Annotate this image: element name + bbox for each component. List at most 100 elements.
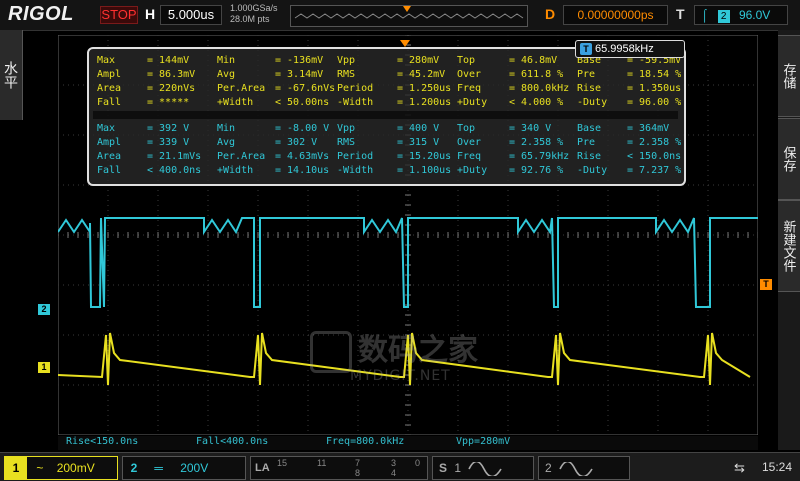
watermark-icon	[310, 330, 352, 373]
channel-2-coupling-icon: ═	[154, 461, 163, 475]
measure-name: Ampl	[97, 137, 122, 148]
measure-name: Pre	[577, 69, 596, 80]
memory-waveform-preview	[294, 6, 524, 19]
la-ch-7: 7	[355, 458, 361, 468]
acquisition-info: 1.000GSa/s 28.0M pts	[230, 3, 278, 25]
softkey-storage[interactable]: 存储	[778, 35, 800, 117]
measure-name: RMS	[337, 137, 356, 148]
channel-1-scale: 200mV	[56, 461, 95, 475]
measure-value: = 220nVs	[147, 83, 196, 94]
la-ch-4: 4	[391, 468, 397, 478]
measure-name: Min	[217, 123, 236, 134]
measure-value: = 92.76 %	[509, 165, 564, 176]
horizontal-label: H	[145, 6, 156, 22]
measure-separator	[93, 111, 678, 119]
trigger-position-marker[interactable]	[400, 35, 410, 47]
softkey-save[interactable]: 保存	[778, 118, 800, 200]
measure-name: Avg	[217, 69, 236, 80]
sine-wave-icon	[468, 460, 503, 478]
rising-edge-icon: ⌠	[701, 8, 709, 22]
measure-value: = 45.2mV	[397, 69, 446, 80]
measure-value: = 302 V	[275, 137, 318, 148]
measure-value: = 392 V	[147, 123, 190, 134]
channel-1-number: 1	[5, 457, 27, 479]
measure-value: = 14.10us	[275, 165, 330, 176]
channel-1-coupling-icon: ~	[36, 461, 44, 475]
measure-value: = 86.3mV	[147, 69, 196, 80]
measure-value: = 1.200us	[397, 97, 452, 108]
measure-value: = 7.237 %	[627, 165, 682, 176]
timebase-value[interactable]: 5.000us	[160, 5, 222, 25]
measure-value: = 1.100us	[397, 165, 452, 176]
measure-value: = 3.14mV	[275, 69, 324, 80]
measure-name: Max	[97, 123, 116, 134]
la-label: LA	[255, 462, 270, 474]
channel-2-ground-marker[interactable]: 2	[38, 304, 50, 315]
measure-name: Per.Area	[217, 151, 266, 162]
trigger-settings[interactable]: ⌠ 2 96.0V	[694, 5, 788, 25]
usb-icon: ⇆	[734, 460, 745, 475]
measure-name: Fall	[97, 97, 122, 108]
trigger-position-icon	[403, 6, 411, 12]
measure-value: = 340 V	[509, 123, 552, 134]
watermark-logo: 数码之家	[310, 325, 478, 373]
measure-value: = 65.79kHz	[509, 151, 570, 162]
channel-1-ground-marker[interactable]: 1	[38, 362, 50, 373]
rigol-logo: RIGOL	[8, 3, 74, 25]
trigger-level-marker[interactable]: T	[760, 279, 772, 290]
measure-value: = 2.358 %	[627, 137, 682, 148]
measure-value: = 800.0kHz	[509, 83, 570, 94]
measure-name: Rise	[577, 83, 602, 94]
measure-name: -Duty	[577, 165, 608, 176]
counter-value: 65.9958kHz	[595, 43, 654, 55]
decoder-label: S	[439, 461, 448, 475]
la-ch-15: 15	[277, 458, 288, 468]
measure-value: = 1.250us	[397, 83, 452, 94]
horizontal-menu-tab[interactable]: 水平	[0, 30, 23, 120]
la-ch-11: 11	[317, 458, 327, 468]
measure-name: Ampl	[97, 69, 122, 80]
measure-value: = 96.00 %	[627, 97, 682, 108]
logic-analyzer-settings[interactable]: LA 15 11 7 3 0 8 4	[250, 456, 428, 480]
measure-name: Freq	[457, 151, 482, 162]
sample-rate: 1.000GSa/s	[230, 3, 278, 13]
softkey-new-file[interactable]: 新建文件	[778, 200, 800, 292]
memory-overview-bar[interactable]	[290, 5, 528, 27]
delay-label: D	[545, 6, 556, 22]
measure-name: Per.Area	[217, 83, 266, 94]
measure-name: Period	[337, 151, 374, 162]
channel-2-settings[interactable]: 2 ═ 200V	[122, 456, 246, 480]
memory-depth: 28.0M pts	[230, 14, 270, 24]
counter-icon: T	[580, 43, 592, 55]
channel-1-settings[interactable]: 1 ~ 200mV	[4, 456, 118, 480]
measure-name: Period	[337, 83, 374, 94]
trigger-label: T	[676, 6, 685, 22]
measurement-panel[interactable]: Max = 144mV Min = -136mV Vpp = 280mV Top = 46.8…	[87, 47, 686, 186]
measure-name: Area	[97, 83, 122, 94]
measure-name: +Duty	[457, 97, 488, 108]
decoder-1-number: 1	[454, 461, 462, 475]
decoder-2-number: 2	[545, 461, 552, 475]
decoder-2-settings[interactable]: 2	[538, 456, 630, 480]
decoder-1-settings[interactable]: S 1	[432, 456, 534, 480]
measure-name: Top	[457, 123, 476, 134]
measure-value: = -136mV	[275, 55, 324, 66]
delay-value[interactable]: 0.00000000ps	[563, 5, 668, 25]
measure-value: = 280mV	[397, 55, 440, 66]
measure-value: = 15.20us	[397, 151, 452, 162]
measure-value: = 144mV	[147, 55, 190, 66]
measure-name: Area	[97, 151, 122, 162]
measure-name: Base	[577, 123, 602, 134]
measure-name: -Duty	[577, 97, 608, 108]
measure-name: Vpp	[337, 123, 356, 134]
la-ch-0: 0	[415, 458, 421, 468]
la-ch-3: 3	[391, 458, 397, 468]
measure-name: Max	[97, 55, 116, 66]
measure-value: = 4.63mVs	[275, 151, 330, 162]
run-stop-indicator[interactable]: STOP	[100, 6, 138, 24]
measure-value: = 21.1mVs	[147, 151, 202, 162]
measure-name: -Width	[337, 165, 374, 176]
measure-name: Fall	[97, 165, 122, 176]
quick-measure-strip: Rise<150.0ns Fall<400.0ns Freq=800.0kHz …	[58, 436, 758, 450]
frequency-counter[interactable]: T 65.9958kHz	[575, 40, 685, 58]
